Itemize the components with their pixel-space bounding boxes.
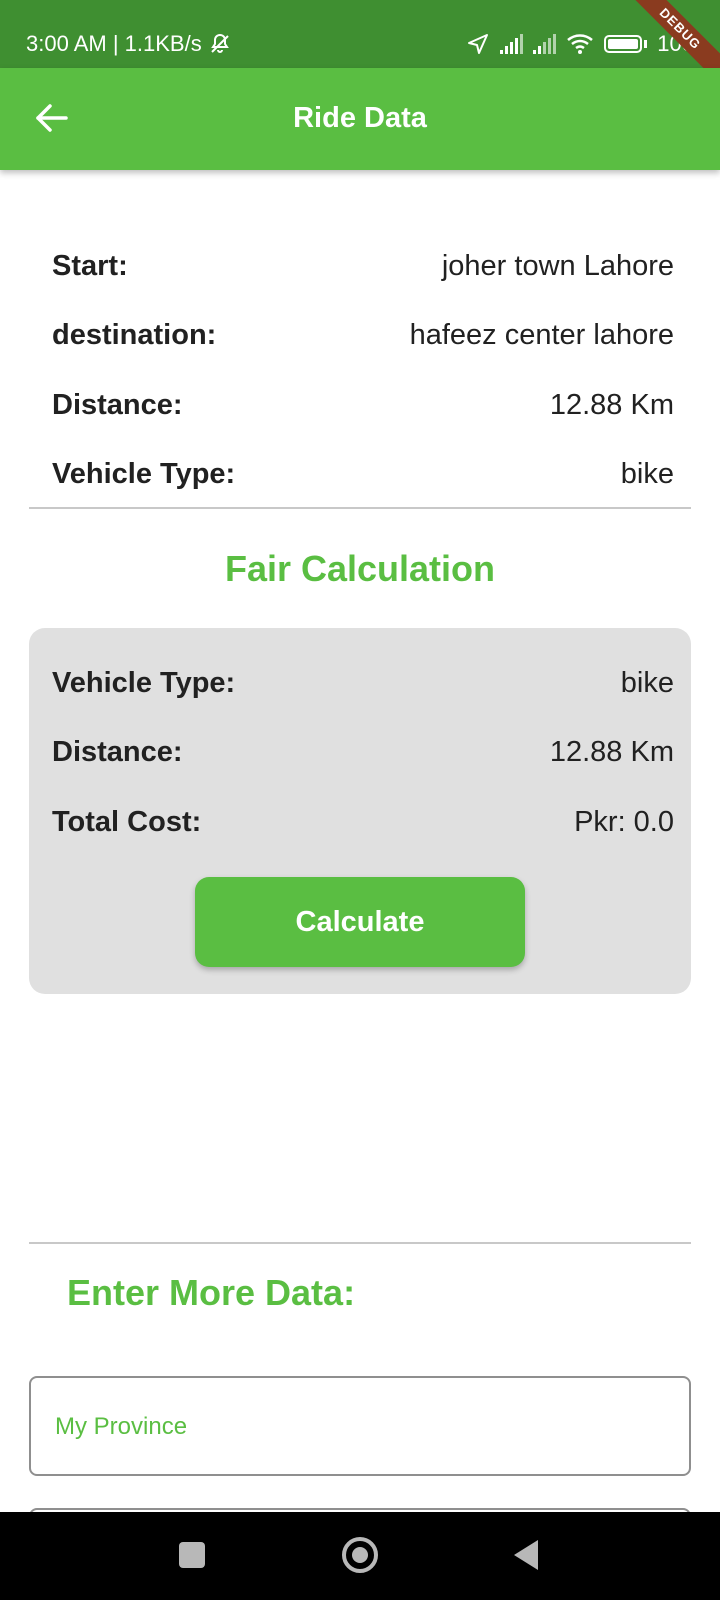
fare-vehicle-row: Vehicle Type: bike (52, 663, 674, 703)
vehicle-value: bike (620, 457, 674, 490)
distance-value: 12.88 Km (549, 388, 674, 421)
divider (29, 507, 691, 509)
bell-off-icon (210, 33, 229, 53)
vehicle-row: Vehicle Type: bike (52, 454, 674, 494)
vehicle-label: Vehicle Type: (52, 457, 236, 490)
distance-row: Distance: 12.88 Km (52, 385, 674, 425)
enter-more-data-title: Enter More Data: (67, 1272, 356, 1313)
destination-row: destination: hafeez center lahore (52, 315, 674, 355)
fare-distance-row: Distance: 12.88 Km (52, 732, 674, 772)
start-label: Start: (52, 249, 128, 282)
total-cost-value: Pkr: 0.0 (574, 805, 674, 838)
recents-button[interactable] (179, 1542, 205, 1568)
fare-card: Vehicle Type: bike Distance: 12.88 Km To… (29, 628, 691, 994)
province-input[interactable] (53, 1408, 657, 1446)
status-left: 3:00 AM | 1.1KB/s (26, 28, 232, 60)
navigation-bar (0, 1512, 720, 1600)
start-row: Start: joher town Lahore (52, 246, 674, 286)
total-cost-label: Total Cost: (52, 805, 202, 838)
location-arrow-icon (468, 34, 489, 54)
wifi-icon (567, 34, 594, 54)
fare-distance-value: 12.88 Km (549, 735, 674, 768)
destination-value: hafeez center lahore (409, 318, 674, 351)
app-bar: Ride Data (0, 68, 720, 170)
fair-calculation-title: Fair Calculation (224, 548, 496, 589)
home-button[interactable] (342, 1537, 378, 1573)
distance-label: Distance: (52, 388, 183, 421)
signal-icon (500, 34, 524, 54)
status-bar: 3:00 AM | 1.1KB/s 100 DEBUG (0, 0, 720, 94)
signal-icon (533, 34, 557, 54)
calculate-button[interactable]: Calculate (195, 877, 525, 967)
province-field[interactable] (29, 1376, 691, 1476)
battery-icon (604, 35, 643, 53)
page-title: Ride Data (293, 102, 427, 134)
fare-distance-label: Distance: (52, 735, 183, 768)
fare-cost-row: Total Cost: Pkr: 0.0 (52, 802, 674, 842)
destination-label: destination: (52, 318, 217, 351)
start-value: joher town Lahore (441, 249, 674, 282)
status-right: 100 (466, 28, 694, 60)
divider (29, 1242, 691, 1244)
status-time: 3:00 AM | 1.1KB/s (26, 31, 202, 56)
battery-cap (644, 40, 648, 48)
fare-vehicle-label: Vehicle Type: (52, 666, 236, 699)
back-button[interactable] (514, 1540, 538, 1570)
fare-vehicle-value: bike (620, 666, 674, 699)
